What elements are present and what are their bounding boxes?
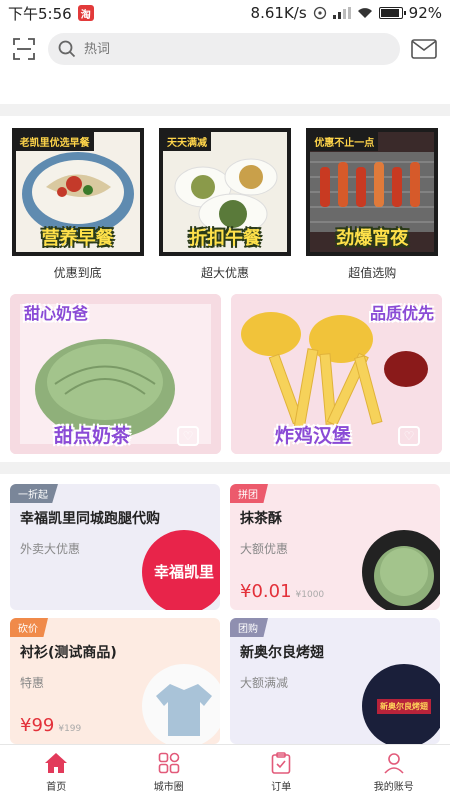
promo-banners: 甜心奶爸 甜点奶茶 ♡ 品质优先 炸鸡汉堡 ♡ (10, 294, 442, 454)
home-icon (45, 753, 68, 773)
bottom-nav: 首页 城市圈 订单 我的账号 (0, 744, 450, 800)
deal-price-old: ¥1000 (295, 590, 325, 600)
deal-card[interactable]: 一折起 幸福凯里同城跑腿代购 外卖大优惠 幸福凯里 (10, 484, 220, 610)
category-image: 老凯里优选早餐 营养早餐 (11, 128, 144, 256)
deal-thumb-text: 幸福凯里 (154, 562, 215, 581)
status-left: 下午5:56 淘 (8, 3, 94, 24)
nav-label: 首页 (46, 782, 67, 793)
status-time: 下午5:56 (8, 4, 72, 23)
category-tag: 优惠不止一点 (310, 132, 379, 151)
deal-title: 抹茶酥 (240, 511, 282, 527)
deal-price-now: ¥0.01 (240, 581, 292, 602)
category-label: 超大优惠 (200, 266, 249, 280)
nav-item-account[interactable]: 我的账号 (338, 745, 450, 800)
search-bar[interactable] (48, 33, 400, 65)
heart-icon: ♡ (177, 426, 199, 446)
deal-thumbnail: 幸福凯里 (142, 530, 220, 610)
nav-label: 城市圈 (153, 782, 184, 793)
category-tag: 老凯里优选早餐 (15, 132, 94, 151)
section-divider (0, 104, 450, 116)
section-divider (0, 462, 450, 474)
wifi-icon (357, 8, 372, 18)
mail-icon (411, 39, 437, 59)
shirt-thumb-image (156, 684, 212, 736)
deal-card[interactable]: 砍价 衬衫(测试商品) 特惠 ¥99 ¥199 (10, 618, 220, 744)
promo-bottom-text: 甜点奶茶 (54, 425, 131, 447)
category-tag: 天天满减 (162, 132, 211, 151)
deal-thumb-text: 新奥尔良烤翅 (377, 698, 431, 714)
status-right: 8.61K/s 92% (251, 4, 442, 22)
deal-thumbnail: 新奥尔良烤翅 (362, 664, 440, 744)
status-bar: 下午5:56 淘 8.61K/s 92% (0, 0, 450, 26)
deal-title: 衬衫(测试商品) (20, 645, 117, 661)
hotspot-icon (313, 6, 326, 20)
message-button[interactable] (410, 35, 438, 63)
category-label: 优惠到底 (53, 266, 102, 280)
deal-badge: 团购 (230, 618, 268, 637)
deal-price-old: ¥199 (58, 724, 82, 734)
promo-fried-chicken[interactable]: 品质优先 炸鸡汉堡 ♡ (231, 294, 442, 454)
search-icon (58, 40, 76, 58)
clipboard-icon (271, 752, 291, 774)
app-notification-icon: 淘 (77, 5, 94, 21)
deal-card[interactable]: 拼团 抹茶酥 大额优惠 ¥0.01 ¥1000 (230, 484, 440, 610)
category-row: 老凯里优选早餐 营养早餐 优惠到底 天天满减 折扣午餐 超大优惠 优惠不止一点 … (0, 128, 450, 288)
category-lunch[interactable]: 天天满减 折扣午餐 超大优惠 (154, 128, 296, 288)
promo-bottom-text: 炸鸡汉堡 (275, 425, 352, 447)
deal-card[interactable]: 团购 新奥尔良烤翅 大额满减 新奥尔良烤翅 (230, 618, 440, 744)
deal-thumbnail (142, 664, 220, 744)
category-image: 优惠不止一点 劲爆宵夜 (306, 128, 439, 256)
nav-label: 我的账号 (373, 782, 414, 793)
nav-item-city-circle[interactable]: 城市圈 (113, 745, 226, 800)
deal-badge: 拼团 (230, 484, 268, 503)
deal-price: ¥0.01 ¥1000 (240, 581, 324, 602)
category-breakfast[interactable]: 老凯里优选早餐 营养早餐 优惠到底 (7, 128, 149, 288)
battery-percent: 92% (408, 4, 442, 22)
promo-top-text: 品质优先 (369, 304, 434, 323)
nav-label: 订单 (271, 782, 292, 793)
scan-icon (13, 38, 35, 60)
heart-icon: ♡ (398, 426, 420, 446)
category-title: 劲爆宵夜 (336, 228, 409, 249)
top-header (0, 28, 450, 70)
signal-icon (332, 7, 351, 19)
user-icon (384, 753, 404, 774)
search-input[interactable] (84, 41, 364, 57)
battery-icon (378, 7, 406, 19)
deal-badge: 砍价 (10, 618, 48, 637)
category-image: 天天满减 折扣午餐 (158, 128, 291, 256)
nav-item-home[interactable]: 首页 (0, 745, 113, 800)
nav-item-orders[interactable]: 订单 (225, 745, 338, 800)
deal-badge: 一折起 (10, 484, 58, 503)
deal-title: 幸福凯里同城跑腿代购 (20, 511, 160, 527)
category-title: 营养早餐 (41, 228, 114, 249)
category-label: 超值选购 (348, 266, 397, 280)
scan-button[interactable] (10, 35, 38, 63)
grid-icon (158, 752, 180, 774)
deal-price: ¥99 ¥199 (20, 715, 81, 736)
deal-cards: 一折起 幸福凯里同城跑腿代购 外卖大优惠 幸福凯里 拼团 抹茶酥 大额优惠 ¥0… (10, 484, 442, 744)
category-title: 折扣午餐 (188, 228, 261, 249)
category-late-night[interactable]: 优惠不止一点 劲爆宵夜 超值选购 (301, 128, 443, 288)
matcha-thumb-image (374, 546, 434, 606)
deal-title: 新奥尔良烤翅 (240, 645, 324, 661)
network-speed: 8.61K/s (250, 4, 307, 22)
deal-thumbnail (362, 530, 440, 610)
promo-dessert-tea[interactable]: 甜心奶爸 甜点奶茶 ♡ (10, 294, 221, 454)
promo-top-text: 甜心奶爸 (24, 304, 89, 323)
deal-price-now: ¥99 (20, 715, 55, 736)
